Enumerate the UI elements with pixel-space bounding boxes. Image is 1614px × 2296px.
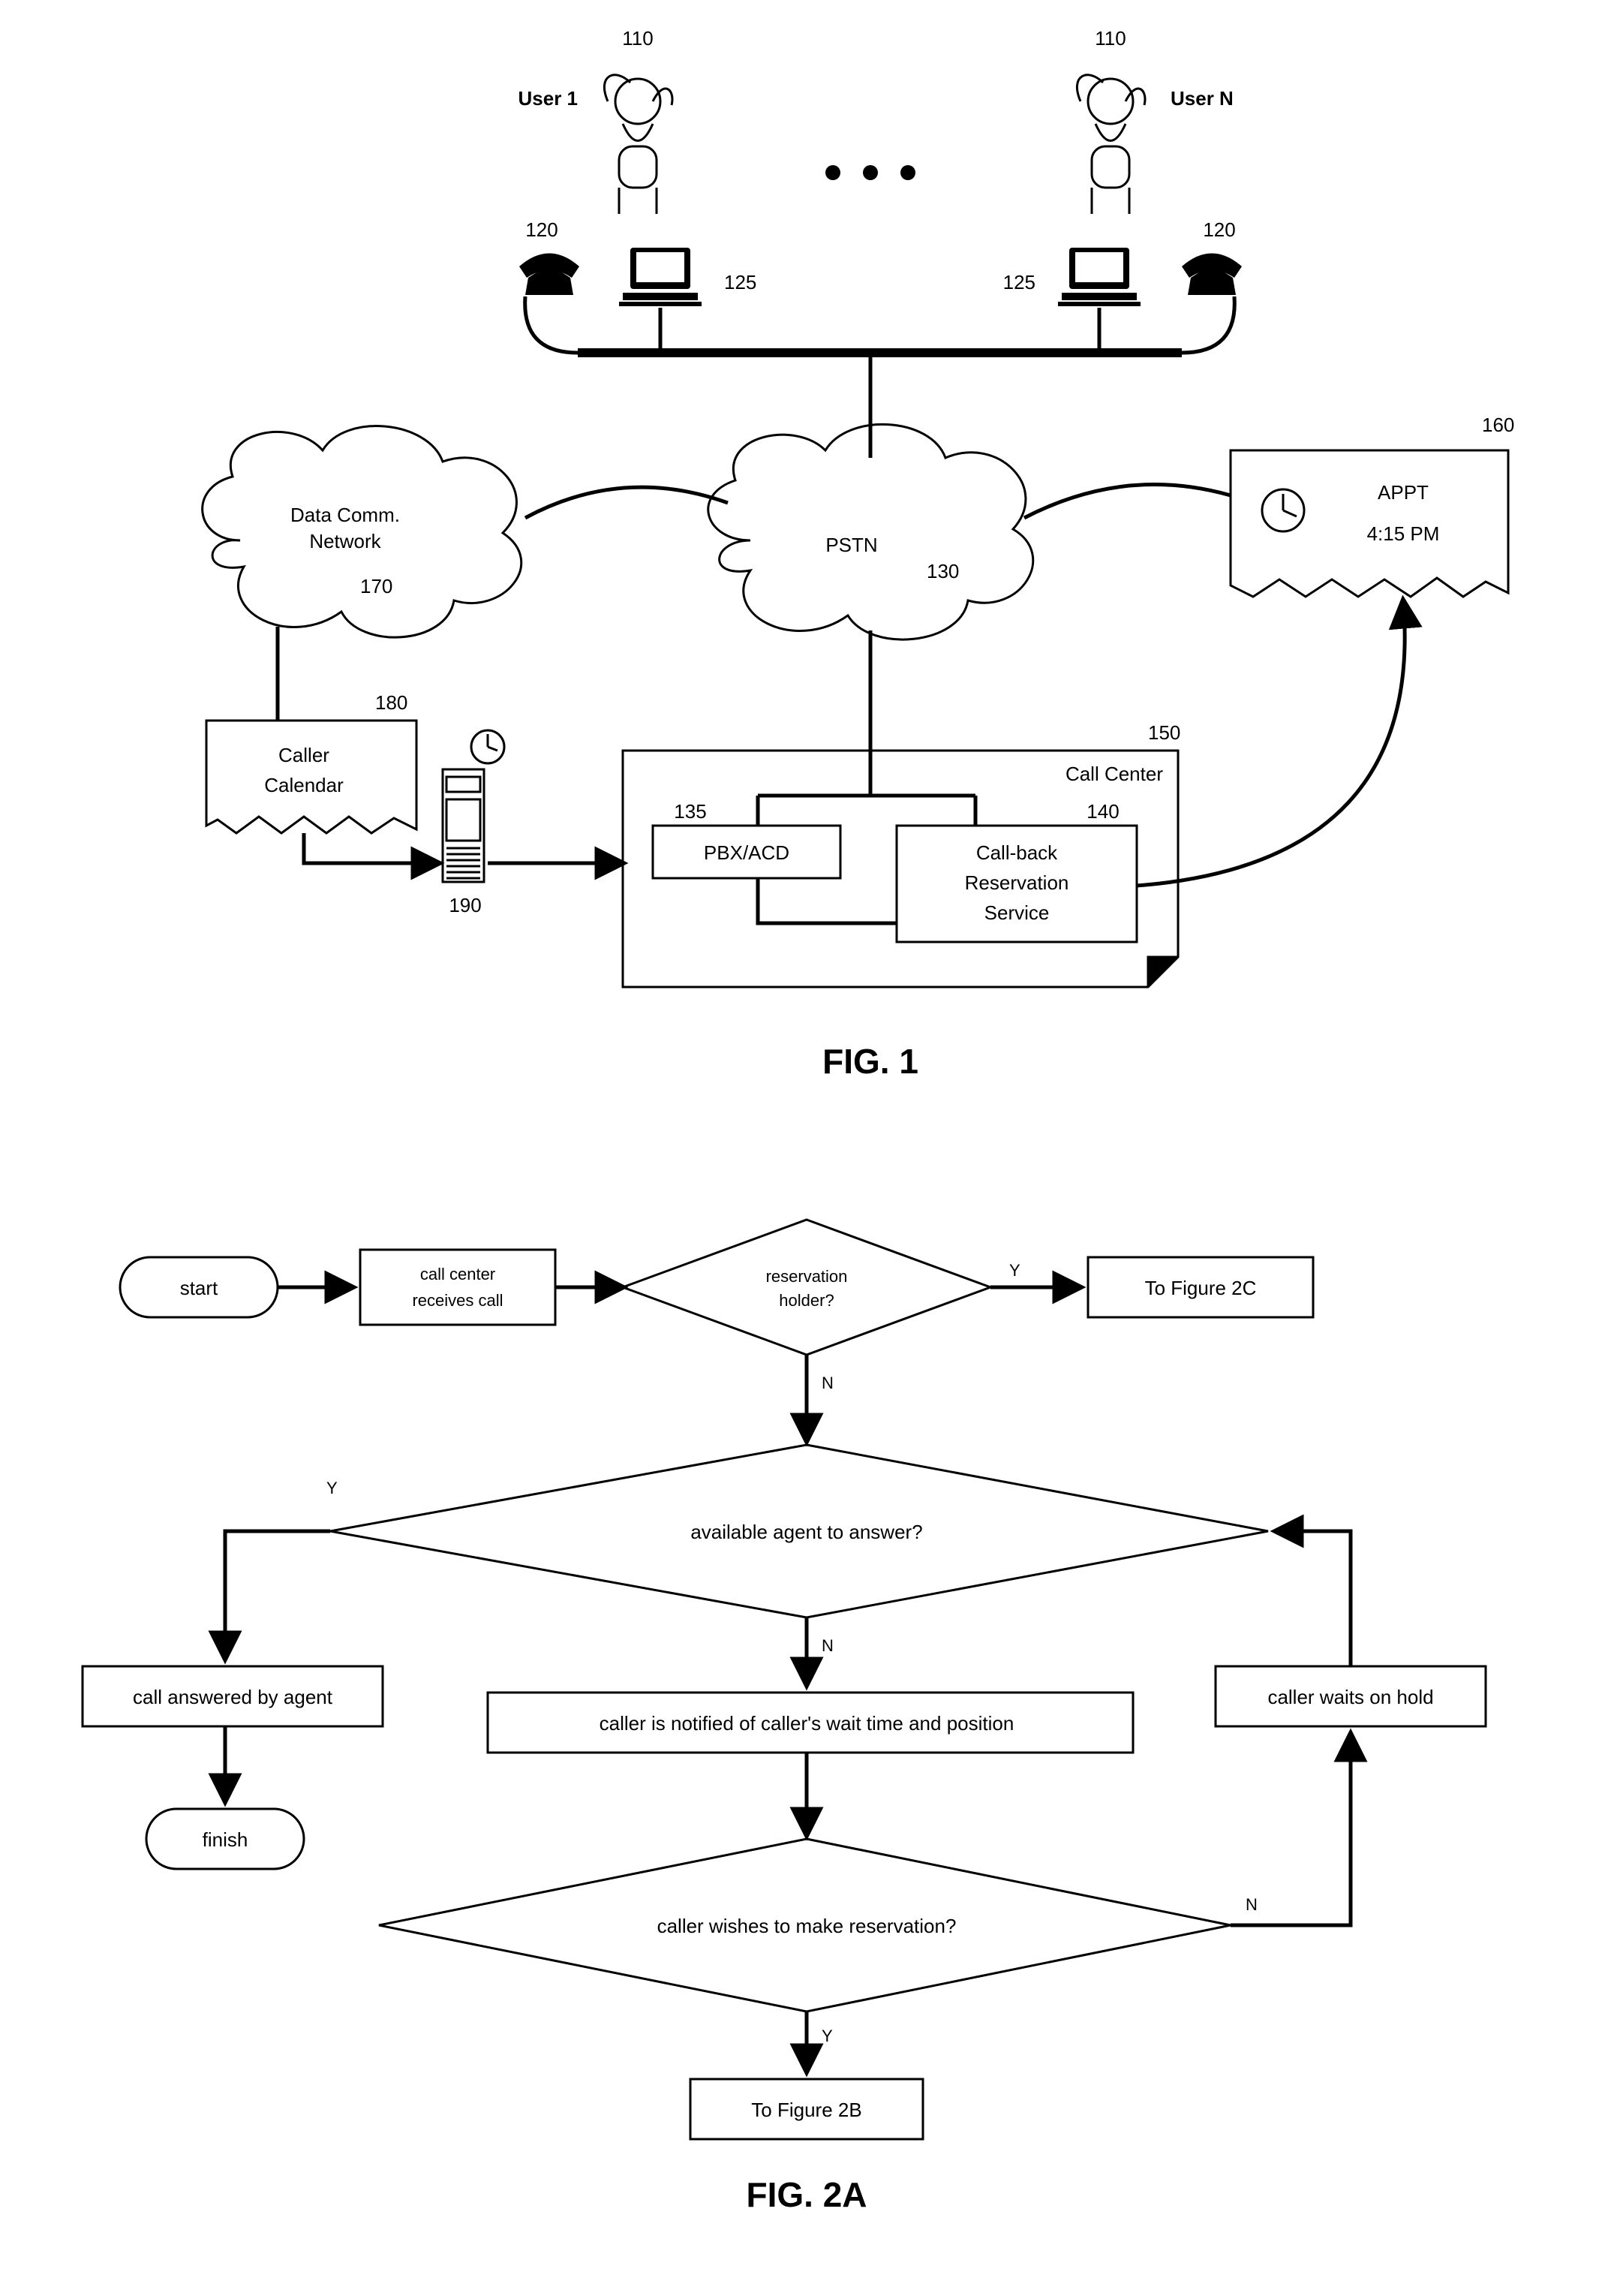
pbx-label: PBX/ACD [704,841,789,864]
dec-wish-n: N [1246,1895,1258,1914]
patent-figures: 110 User 1 110 User N 120 120 125 [0,0,1614,2296]
pc-right-ref: 125 [1003,271,1035,293]
cbres-label2: Reservation [965,871,1069,894]
user-1-ref: 110 [622,27,653,50]
svg-text:call center: call center [420,1265,495,1283]
svg-text:receives call: receives call [412,1291,503,1310]
dec-reservation: reservation holder? reservation holder? [623,1220,990,1355]
cbres-label3: Service [984,901,1050,924]
call-center-label: Call Center [1065,763,1163,785]
appt-label: APPT [1378,481,1429,504]
pstn-ref: 130 [927,560,959,582]
dec-wish-label: caller wishes to make reservation? [657,1915,957,1937]
phone-left: 120 [519,218,579,295]
phone-right-ref: 120 [1203,218,1235,241]
calendar-label2: Calendar [264,774,344,796]
dec-reservation-n: N [822,1374,834,1392]
pstn-label: PSTN [825,534,877,556]
pc-left-ref: 125 [724,271,756,293]
dcn-cloud: Data Comm. Network 170 [203,426,521,638]
dcn-ref: 170 [360,575,392,597]
user-1: 110 User 1 [518,27,672,214]
dec-agent-y: Y [326,1479,338,1497]
dec-wish: caller wishes to make reservation? [379,1839,1231,2012]
finish-label: finish [203,1828,248,1851]
user-1-label: User 1 [518,87,579,110]
user-n-label: User N [1171,87,1234,110]
appt-ref: 160 [1482,414,1514,436]
step-answered-label: call answered by agent [133,1686,333,1708]
phone-left-ref: 120 [525,218,558,241]
figure-1: 110 User 1 110 User N 120 120 125 [203,27,1515,1081]
figure-2a: start call center call center receives c… [83,1220,1486,2214]
pc-right: 125 [1003,248,1141,306]
step-hold-label: caller waits on hold [1267,1686,1433,1708]
svg-text:holder?: holder? [779,1291,834,1310]
cbres-ref: 140 [1087,800,1119,823]
calendar-ref: 180 [375,691,407,714]
dec-reservation-y: Y [1009,1261,1020,1280]
start-terminator: start [120,1257,278,1317]
calendar-label1: Caller [278,744,329,766]
user-n-ref: 110 [1095,27,1126,50]
call-center-ref: 150 [1148,721,1180,744]
start-label: start [180,1277,218,1299]
ellipsis-dots [825,165,915,180]
dec-wish-y: Y [822,2027,833,2045]
call-center: Call Center 150 PBX/ACD 135 Call-back Re… [623,721,1180,987]
server-ref: 190 [449,894,481,916]
user-n: 110 User N [1077,27,1233,214]
dcn-label1: Data Comm. [290,504,400,526]
step-notified-label: caller is notified of caller's wait time… [600,1712,1014,1735]
to-fig2c-label: To Figure 2C [1145,1277,1257,1299]
dec-agent-n: N [822,1636,834,1655]
phone-right: 120 [1182,218,1242,295]
svg-text:reservation: reservation [766,1267,848,1286]
server: 190 [443,730,504,916]
appt-time: 4:15 PM [1367,522,1440,545]
fig1-caption: FIG. 1 [822,1042,918,1081]
step-receive: call center call center receives call re… [360,1250,555,1325]
appt-note: APPT 4:15 PM 160 [1231,414,1514,597]
pbx-ref: 135 [674,800,706,823]
dec-agent-label: available agent to answer? [690,1521,922,1543]
caller-calendar: Caller Calendar 180 [206,691,416,833]
dec-agent: available agent to answer? [330,1445,1268,1617]
fig2a-caption: FIG. 2A [746,2175,867,2214]
to-fig2b-label: To Figure 2B [751,2099,861,2121]
cbres-label1: Call-back [976,841,1058,864]
dcn-label2: Network [309,530,381,552]
pc-left: 125 [619,248,756,306]
